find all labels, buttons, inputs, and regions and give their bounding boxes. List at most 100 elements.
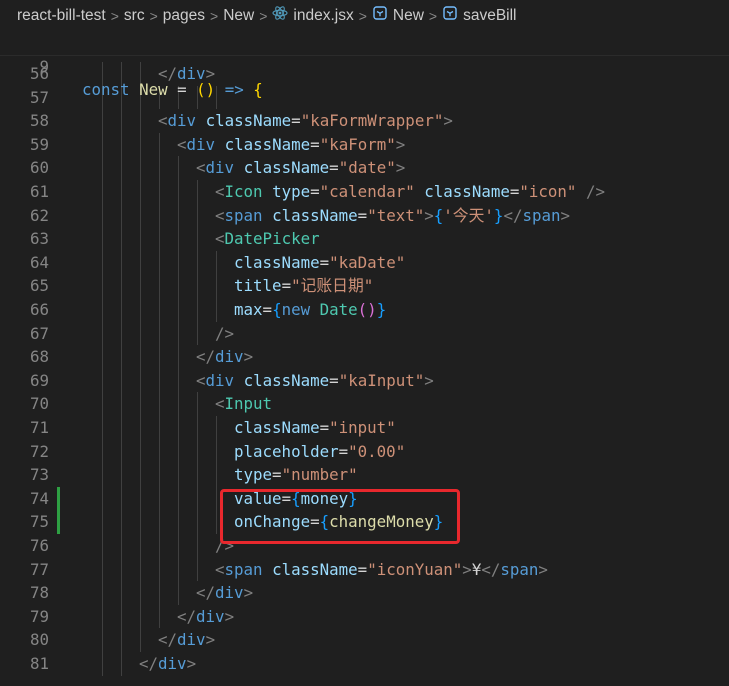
code-token: new [281,300,320,319]
breadcrumb-label: pages [162,6,205,24]
code-token: className [234,252,320,272]
line-number: 80 [29,630,49,650]
code-line[interactable]: 81 </div> [0,652,729,676]
breadcrumb-item[interactable]: index.jsx [272,5,354,26]
code-token: </ [139,654,159,673]
code-token: = [291,111,301,131]
indent-guide [159,132,160,629]
line-number: 70 [29,394,49,414]
code-line[interactable]: 67 /> [0,322,729,346]
code-token: "date" [338,158,396,178]
code-line[interactable]: 78 </div> [0,581,729,605]
code-token: </ [196,347,216,367]
code-token: = [310,134,320,154]
line-number: 61 [29,182,49,201]
code-token: /> [215,323,235,343]
breadcrumb-label: react-bill-test [17,6,106,24]
line-number: 9 [39,56,49,76]
breadcrumb-item[interactable]: New [223,7,254,25]
code-line[interactable]: 66 max={new Date()} [0,298,729,322]
modified-line-indicator [57,486,60,511]
line-number: 60 [29,158,49,178]
indent-guide [121,62,122,676]
code-token: div [215,583,244,603]
code-token: span [224,205,263,225]
code-text: title="记账日期" [234,274,373,298]
breadcrumb-item[interactable]: src [124,7,145,25]
code-line[interactable]: 80 </div> [0,628,729,652]
code-token: "input" [329,418,396,437]
code-text: <div className="date"> [196,156,405,180]
code-token: = [357,205,368,225]
code-line[interactable]: 70 <Input [0,392,729,416]
highlight-annotation-box [220,489,460,544]
code-line[interactable]: 68 </div> [0,345,729,369]
code-token: "kaForm" [319,134,396,154]
symbol-cube-icon [372,5,388,26]
code-line[interactable]: 64 className="kaDate" [0,251,729,275]
code-token: Input [224,394,273,414]
code-token: div [215,347,244,367]
code-line[interactable]: 61 <Icon type="calendar" className="icon"… [0,180,729,204]
line-number: 71 [29,418,49,437]
code-line[interactable]: 71 className="input" [0,416,729,440]
code-editor[interactable]: 9 const New = () => { 56 </div> 57 58 <div c… [0,31,729,686]
code-line[interactable]: 65 title="记账日期" [0,274,729,298]
code-line[interactable]: 60 <div className="date"> [0,156,729,180]
code-token: = [310,182,320,201]
code-token: < [215,205,225,225]
indent-guide [178,156,179,605]
code-token: = [329,158,339,178]
line-number: 67 [29,323,49,343]
code-token: { [433,205,444,225]
code-line[interactable]: 73 type="number" [0,463,729,487]
code-token: Date [319,300,358,319]
code-token: max [234,300,263,319]
code-line[interactable]: 79 </div> [0,605,729,629]
code-line[interactable]: 69 <div className="kaInput"> [0,369,729,393]
code-line[interactable]: 72 placeholder="0.00" [0,440,729,464]
sticky-scroll-line[interactable]: 9 const New = () => { [0,31,729,99]
code-text: </div> [196,581,253,605]
code-token: > [395,134,406,154]
line-number: 63 [29,229,49,249]
code-token: "text" [367,205,425,225]
breadcrumb-item[interactable]: saveBill [442,5,517,26]
code-token: className [262,559,358,579]
line-number: 81 [29,654,49,673]
code-token: > [243,347,254,367]
breadcrumb-item[interactable]: pages [163,7,205,25]
code-line[interactable]: 62 <span className="text">{'今天'}</span> [0,204,729,228]
code-token: < [196,370,206,390]
code-token: = [281,276,292,296]
code-token: < [196,158,206,178]
code-text: <div className="kaInput"> [196,369,434,393]
code-token: } [376,300,387,319]
code-token: </ [177,606,197,626]
breadcrumb-item[interactable]: New [372,5,424,26]
line-number: 59 [29,134,49,154]
code-line[interactable]: 77 <span className="iconYuan">¥</span> [0,558,729,582]
breadcrumb-label: New [392,6,424,24]
indent-guide [102,62,103,676]
code-line[interactable]: 63 <DatePicker [0,227,729,251]
code-text: <span className="iconYuan">¥</span> [215,558,548,582]
code-text: max={new Date()} [234,298,386,322]
code-line[interactable]: 59 <div className="kaForm"> [0,133,729,157]
code-token: className [215,134,311,154]
breadcrumb-label: saveBill [463,6,517,24]
code-token: = [509,182,520,201]
code-token: </ [158,630,178,650]
code-token: "kaDate" [329,252,406,272]
code-token: < [215,394,225,414]
indent-guide [197,392,198,582]
code-token: < [215,182,225,201]
code-line[interactable]: 58 <div className="kaFormWrapper"> [0,109,729,133]
line-number: 68 [29,347,49,367]
breadcrumb-label: New [223,6,255,24]
code-token: DatePicker [224,229,320,249]
code-token: > [462,559,472,579]
breadcrumb-item[interactable]: react-bill-test [17,7,106,25]
code-token: className [234,158,330,178]
code-token: = [167,80,197,100]
